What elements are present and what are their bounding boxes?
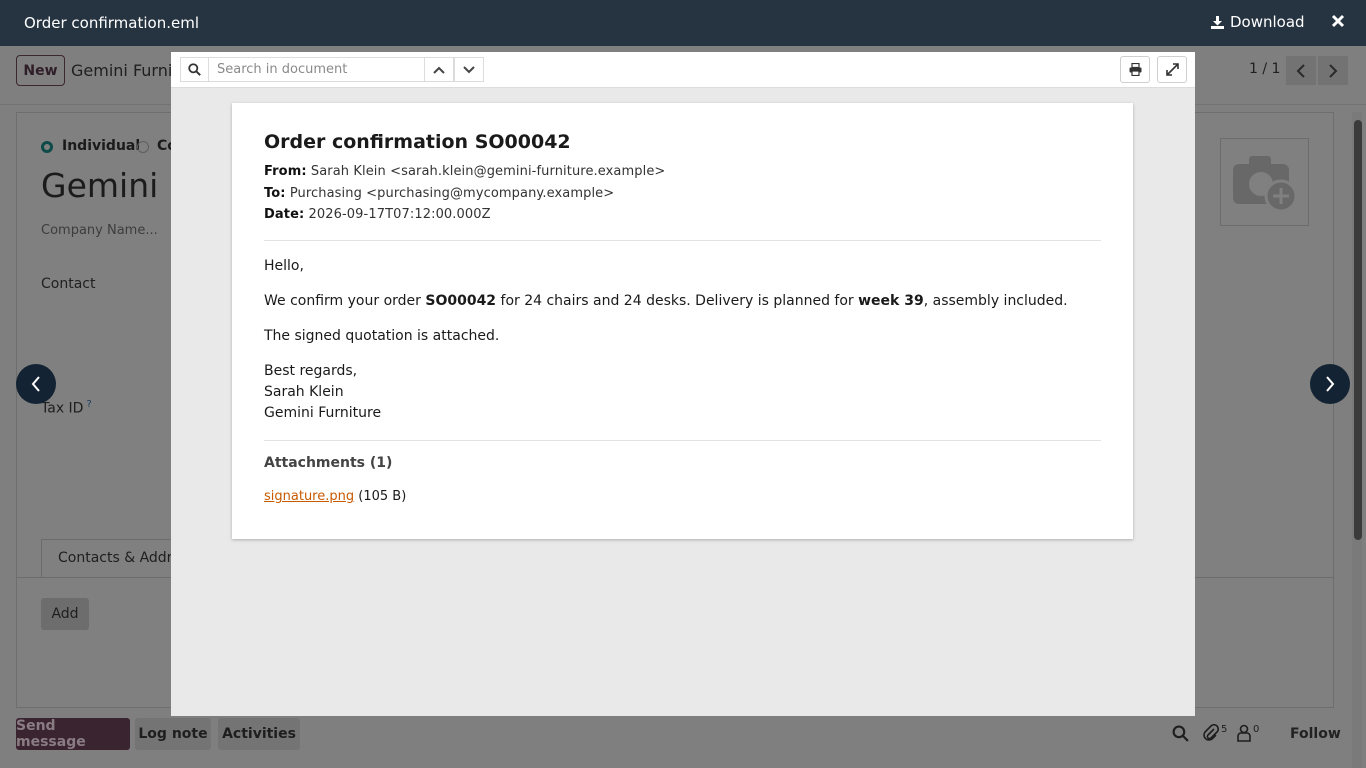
signature-company: Gemini Furniture [264, 405, 382, 421]
attachments-count: 5 [1221, 724, 1228, 735]
date-value: 2026-09-17T07:12:00.000Z [308, 207, 491, 222]
pager-next-button[interactable] [1318, 56, 1348, 85]
signature-name: Sarah Klein [264, 384, 344, 400]
to-value: Purchasing <purchasing@mycompany.example… [289, 186, 615, 201]
camera-plus-icon [1232, 156, 1297, 213]
attachments-divider [264, 440, 1101, 441]
new-button[interactable]: New [16, 55, 65, 86]
search-input[interactable] [208, 57, 425, 82]
download-label: Download [1230, 13, 1305, 31]
search-icon [188, 63, 201, 76]
document-viewer: Order confirmation SO00042 From: Sarah K… [171, 52, 1195, 716]
followers-button[interactable]: 0 [1237, 724, 1259, 742]
attachments-heading: Attachments (1) [264, 455, 393, 471]
help-icon[interactable]: ? [86, 399, 91, 410]
from-value: Sarah Klein <sarah.klein@gemini-furnitur… [310, 164, 666, 179]
body-paragraph-attached: The signed quotation is attached. [264, 328, 500, 344]
file-title: Order confirmation.eml [24, 14, 199, 32]
previous-attachment-button[interactable] [16, 364, 56, 404]
follow-button[interactable]: Follow [1290, 726, 1341, 742]
user-icon [1237, 724, 1251, 742]
chevron-right-icon [1329, 63, 1338, 78]
print-icon [1129, 63, 1141, 76]
breadcrumb: Gemini Furnit [71, 61, 179, 80]
from-label: From: [264, 164, 307, 179]
date-label: Date: [264, 207, 305, 222]
chevron-up-icon [433, 66, 445, 74]
radio-company[interactable] [137, 141, 149, 153]
radio-individual-label: Individual [62, 138, 141, 154]
text: We confirm your order [264, 293, 426, 309]
chevron-right-icon [1326, 376, 1335, 392]
chevron-left-icon [31, 376, 40, 392]
download-icon [1211, 15, 1224, 29]
paperclip-icon [1203, 724, 1219, 741]
add-button[interactable]: Add [41, 598, 89, 630]
attachment-item: signature.png (105 B) [264, 489, 406, 504]
avatar[interactable] [1220, 138, 1309, 226]
download-button[interactable]: Download [1211, 13, 1305, 31]
fullscreen-button[interactable] [1157, 56, 1187, 83]
tax-id-label: Tax ID? [41, 399, 92, 417]
scrollbar-thumb[interactable] [1354, 120, 1362, 540]
followers-count: 0 [1253, 724, 1260, 735]
to-label: To: [264, 186, 286, 201]
pager-previous-button[interactable] [1286, 56, 1316, 85]
greeting: Hello, [264, 258, 304, 274]
attachments-button[interactable]: 5 [1203, 724, 1227, 742]
attachment-size: (105 B) [358, 489, 407, 504]
tab-label: Contacts & Addres [58, 550, 189, 566]
tax-id-text: Tax ID [41, 400, 84, 417]
expand-icon [1165, 63, 1179, 76]
delivery-week: week 39 [858, 293, 924, 309]
log-note-button[interactable]: Log note [135, 718, 211, 750]
email-from: From: Sarah Klein <sarah.klein@gemini-fu… [264, 164, 665, 179]
attachment-link[interactable]: signature.png [264, 489, 354, 504]
next-attachment-button[interactable] [1310, 364, 1350, 404]
text: , assembly included. [923, 293, 1068, 309]
closing: Best regards, [264, 363, 358, 379]
header-divider [264, 240, 1101, 241]
search-previous-button[interactable] [424, 57, 454, 82]
viewer-header: Order confirmation.eml Download [0, 0, 1366, 46]
close-icon [1331, 14, 1345, 28]
search-next-button[interactable] [454, 57, 484, 82]
record-name[interactable]: Gemini F [41, 166, 188, 205]
chevron-left-icon [1296, 63, 1305, 78]
email-subject: Order confirmation SO00042 [264, 131, 571, 153]
search-icon [1172, 725, 1189, 742]
body-paragraph-order: We confirm your order SO00042 for 24 cha… [264, 291, 1068, 312]
close-button[interactable] [1331, 12, 1345, 33]
chevron-down-icon [463, 65, 475, 73]
activities-button[interactable]: Activities [218, 718, 300, 750]
search-icon-box [180, 57, 209, 82]
viewer-toolbar [171, 52, 1195, 88]
contact-label: Contact [41, 276, 96, 292]
radio-individual[interactable] [41, 141, 53, 153]
print-button[interactable] [1120, 56, 1150, 83]
order-reference: SO00042 [425, 293, 497, 309]
text: for 24 chairs and 24 desks. Delivery is … [496, 293, 859, 309]
company-name-field[interactable]: Company Name... [41, 223, 158, 238]
send-message-button[interactable]: Send message [16, 718, 130, 750]
email-to: To: Purchasing <purchasing@mycompany.exa… [264, 186, 614, 201]
email-document: Order confirmation SO00042 From: Sarah K… [232, 103, 1133, 539]
pager-value[interactable]: 1 / 1 [1249, 61, 1280, 77]
search-messages-button[interactable] [1172, 725, 1189, 746]
email-date: Date: 2026-09-17T07:12:00.000Z [264, 207, 491, 222]
